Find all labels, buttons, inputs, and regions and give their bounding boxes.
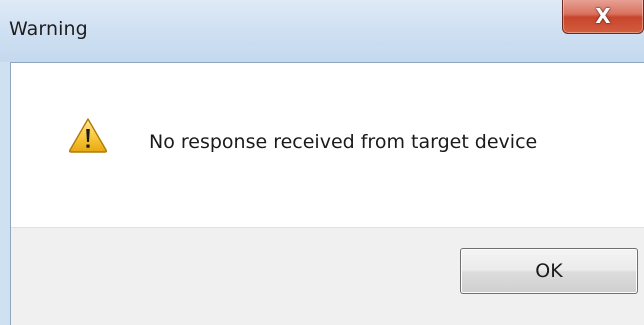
- title-bar[interactable]: Warning X: [0, 0, 644, 62]
- warning-dialog: Warning X No response received from targ…: [0, 0, 644, 325]
- warning-icon: [68, 118, 108, 153]
- message-area: No response received from target device: [11, 63, 644, 227]
- dialog-body: No response received from target device …: [10, 62, 644, 325]
- close-icon: X: [595, 3, 611, 28]
- window-title: Warning: [9, 18, 88, 40]
- close-button[interactable]: X: [562, 0, 644, 34]
- ok-button[interactable]: OK: [460, 248, 638, 294]
- message-text: No response received from target device: [149, 131, 538, 153]
